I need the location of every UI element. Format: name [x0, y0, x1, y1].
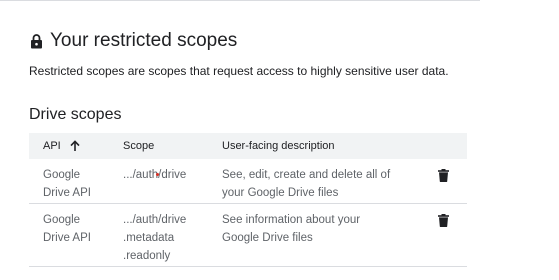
cell-description-line: See information about your [222, 214, 361, 226]
cell-scope-line: .metadata [123, 232, 175, 244]
cell-api: Google Drive API [29, 204, 109, 266]
lock-icon [31, 33, 42, 48]
cell-scope: .../auth/drive [109, 159, 220, 203]
cell-api-line: Google [43, 214, 81, 226]
cell-api-line: Drive API [43, 187, 91, 199]
section-title: Your restricted scopes [30, 30, 237, 52]
cell-scope-line: .../auth/drive [123, 169, 187, 181]
drive-scopes-table: API Scope User-facing description Google… [29, 133, 467, 267]
top-divider [0, 0, 480, 1]
cursor-marker [156, 173, 159, 176]
cell-api: Google Drive API [29, 159, 109, 203]
trash-icon[interactable] [438, 169, 449, 182]
column-header-api-label: API [43, 140, 61, 152]
cell-description-line: Google Drive files [222, 232, 313, 244]
cell-scope-line: .readonly [123, 250, 171, 262]
cell-description: See, edit, create and delete all of your… [220, 159, 420, 203]
cell-api-line: Drive API [43, 232, 91, 244]
arrow-up-icon[interactable] [70, 140, 80, 152]
cell-action [420, 204, 467, 266]
drive-scopes-title: Drive scopes [29, 106, 122, 123]
table-row: Google Drive API .../auth/drive See, edi… [29, 159, 467, 204]
restricted-scopes-page: Your restricted scopes Restricted scopes… [0, 0, 559, 280]
trash-icon[interactable] [438, 214, 449, 227]
cell-api-line: Google [43, 169, 81, 181]
cell-action [420, 159, 467, 203]
cell-description-line: your Google Drive files [222, 187, 339, 199]
cell-description-line: See, edit, create and delete all of [222, 169, 391, 181]
section-title-text: Your restricted scopes [50, 30, 238, 51]
section-description: Restricted scopes are scopes that reques… [29, 64, 449, 78]
cell-scope: .../auth/drive .metadata .readonly [109, 204, 220, 266]
cell-scope-line: .../auth/drive [123, 214, 187, 226]
column-header-api[interactable]: API [29, 140, 109, 152]
column-header-description: User-facing description [222, 140, 335, 152]
table-row: Google Drive API .../auth/drive .metadat… [29, 204, 467, 267]
column-header-scope: Scope [123, 140, 155, 152]
cell-description: See information about your Google Drive … [220, 204, 420, 266]
table-header: API Scope User-facing description [29, 133, 467, 159]
